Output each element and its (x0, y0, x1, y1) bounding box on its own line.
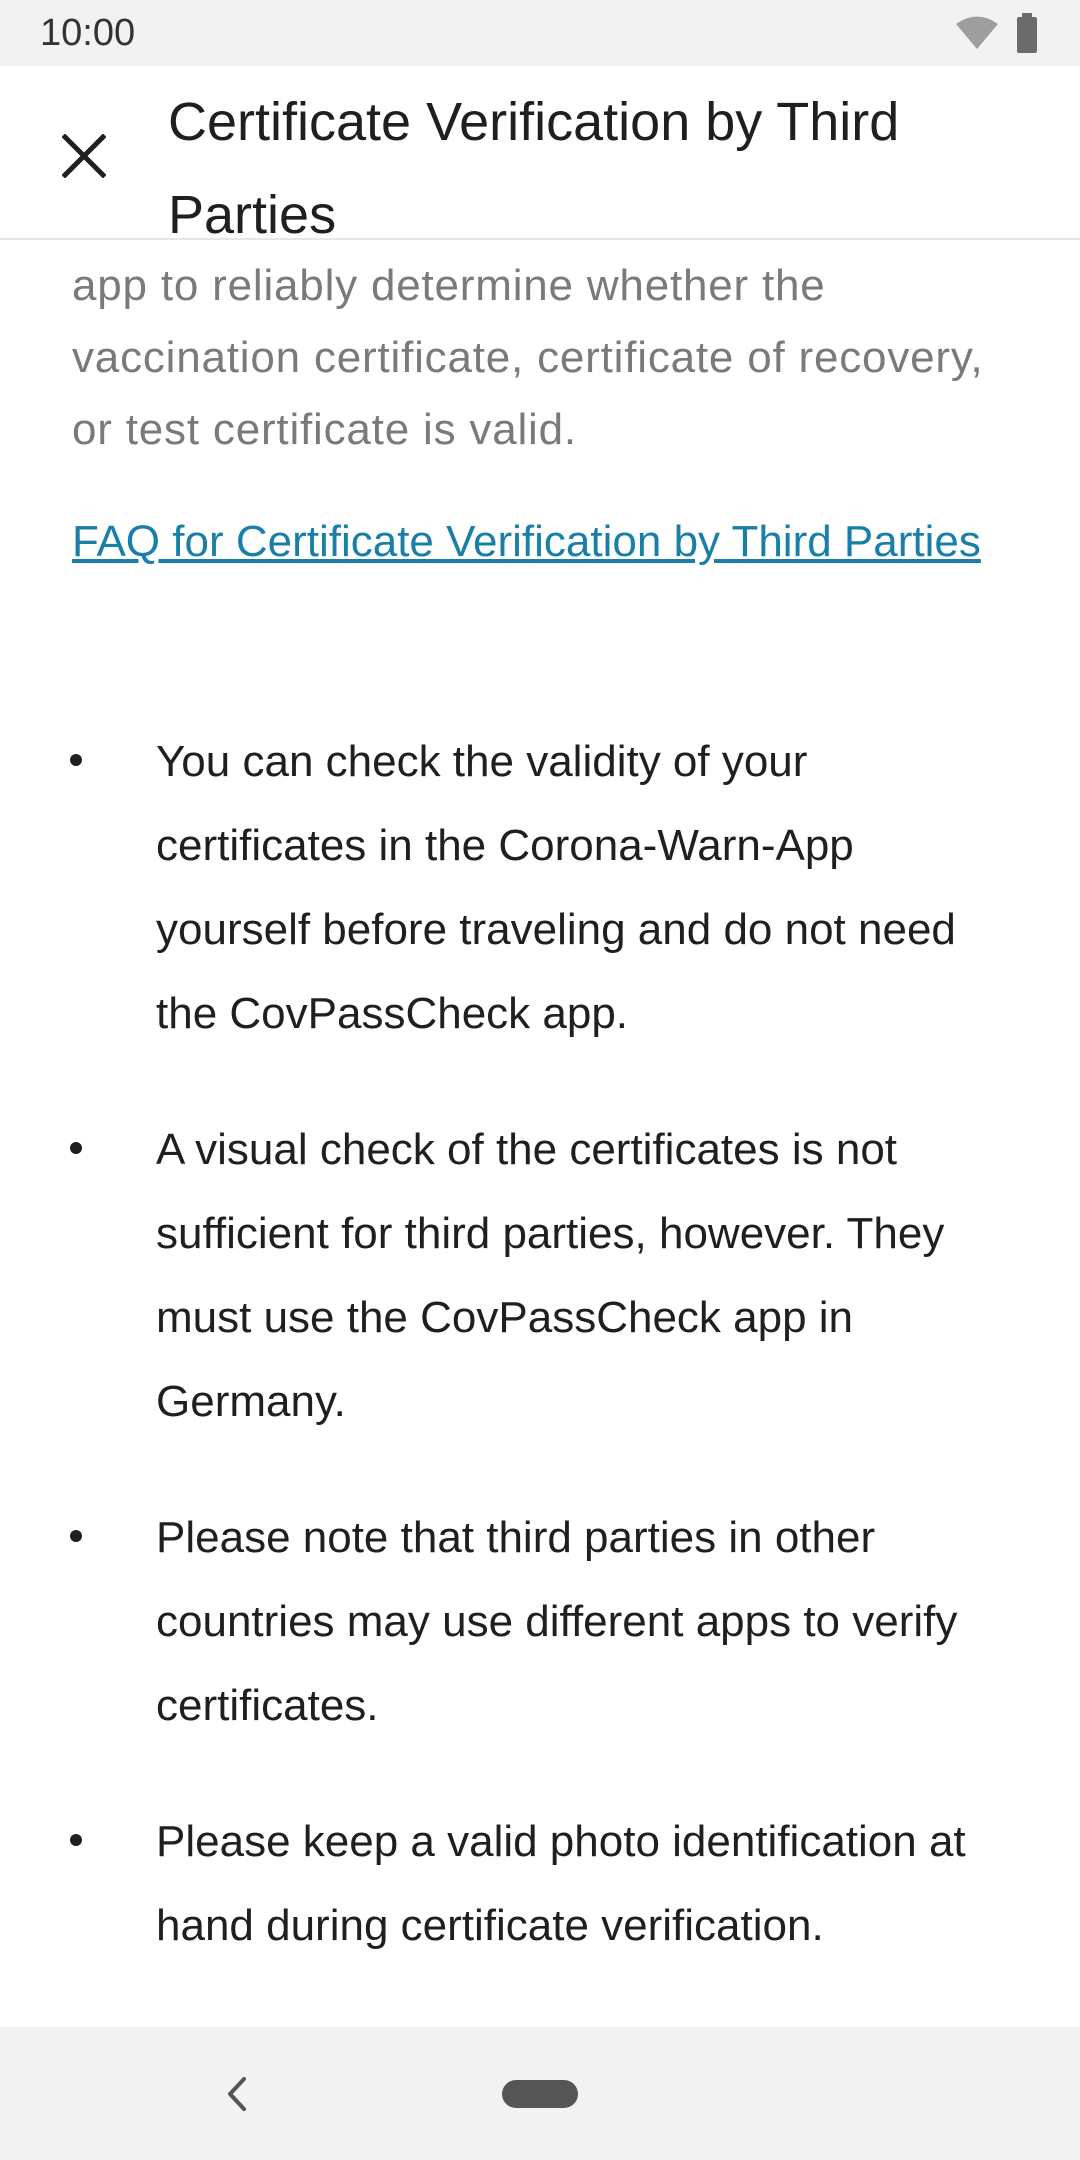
close-icon (62, 134, 106, 178)
list-item-text: A visual check of the certificates is no… (156, 1125, 945, 1426)
navigation-bar (0, 2027, 1080, 2160)
list-item-text: Please keep a valid photo identification… (156, 1817, 966, 1950)
list-item: A visual check of the certificates is no… (0, 1108, 1080, 1444)
content-scroll-area[interactable]: app to reliably determine whether the va… (0, 240, 1080, 2027)
page-title: Certificate Verification by Third Partie… (168, 92, 900, 245)
faq-link[interactable]: FAQ for Certificate Verification by Thir… (72, 500, 992, 584)
intro-paragraph: app to reliably determine whether the va… (72, 261, 984, 454)
list-item: You can check the validity of your certi… (0, 720, 1080, 1056)
status-bar: 10:00 (0, 0, 1080, 66)
battery-icon (1017, 13, 1037, 53)
status-time: 10:00 (40, 12, 136, 54)
bullet-icon (70, 1530, 82, 1542)
close-button[interactable] (48, 120, 120, 192)
info-bullet-list: You can check the validity of your certi… (0, 720, 1080, 2020)
list-item: Please note that third parties in other … (0, 1496, 1080, 1748)
list-item-text: Please note that third parties in other … (156, 1513, 958, 1730)
bullet-icon (70, 1834, 82, 1846)
bullet-icon (70, 1142, 82, 1154)
app-bar: Certificate Verification by Third Partie… (0, 66, 1080, 245)
wifi-icon (956, 16, 998, 49)
list-item: Please keep a valid photo identification… (0, 1800, 1080, 1968)
screen: 10:00 Certificate Verification by Third … (0, 0, 1080, 2160)
bullet-icon (70, 754, 82, 766)
list-item-text: You can check the validity of your certi… (156, 737, 956, 1038)
home-pill-icon[interactable] (502, 2080, 578, 2108)
back-chevron-icon[interactable] (216, 2069, 256, 2119)
